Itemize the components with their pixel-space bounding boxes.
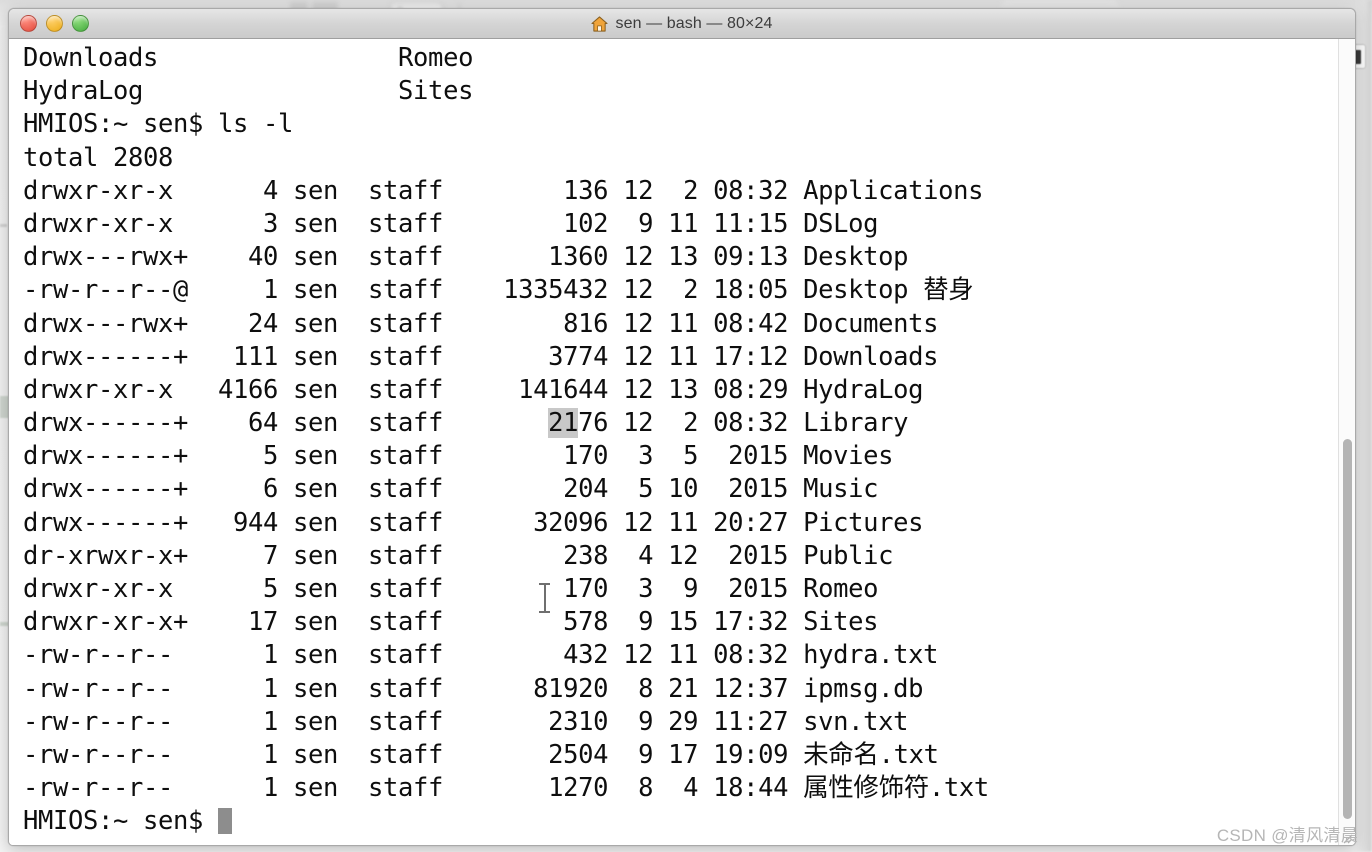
watermark: CSDN @清风清晨	[1216, 826, 1358, 845]
terminal-scrollbar-thumb[interactable]	[1343, 439, 1352, 819]
background-left-widget	[0, 224, 7, 227]
close-button[interactable]	[20, 15, 37, 32]
window-title: sen — bash — 80×24	[615, 14, 773, 32]
text-selection: 21	[548, 408, 579, 439]
background-right-edge	[1354, 0, 1372, 852]
window-title-group: sen — bash — 80×24	[9, 15, 1355, 33]
zoom-button[interactable]	[72, 15, 89, 32]
terminal-output[interactable]: Downloads Romeo HydraLog Sites HMIOS:~ sen…	[23, 42, 989, 839]
window-titlebar[interactable]: sen — bash — 80×24	[9, 9, 1355, 39]
minimize-button[interactable]	[46, 15, 63, 32]
terminal-scrollbar[interactable]	[1338, 39, 1355, 845]
window-controls	[20, 15, 89, 32]
terminal-body[interactable]: Downloads Romeo HydraLog Sites HMIOS:~ sen…	[9, 39, 1355, 845]
terminal-window[interactable]: sen — bash — 80×24 Downloads Romeo HydraL…	[8, 8, 1356, 846]
house-icon	[591, 15, 609, 32]
terminal-cursor	[218, 808, 233, 835]
